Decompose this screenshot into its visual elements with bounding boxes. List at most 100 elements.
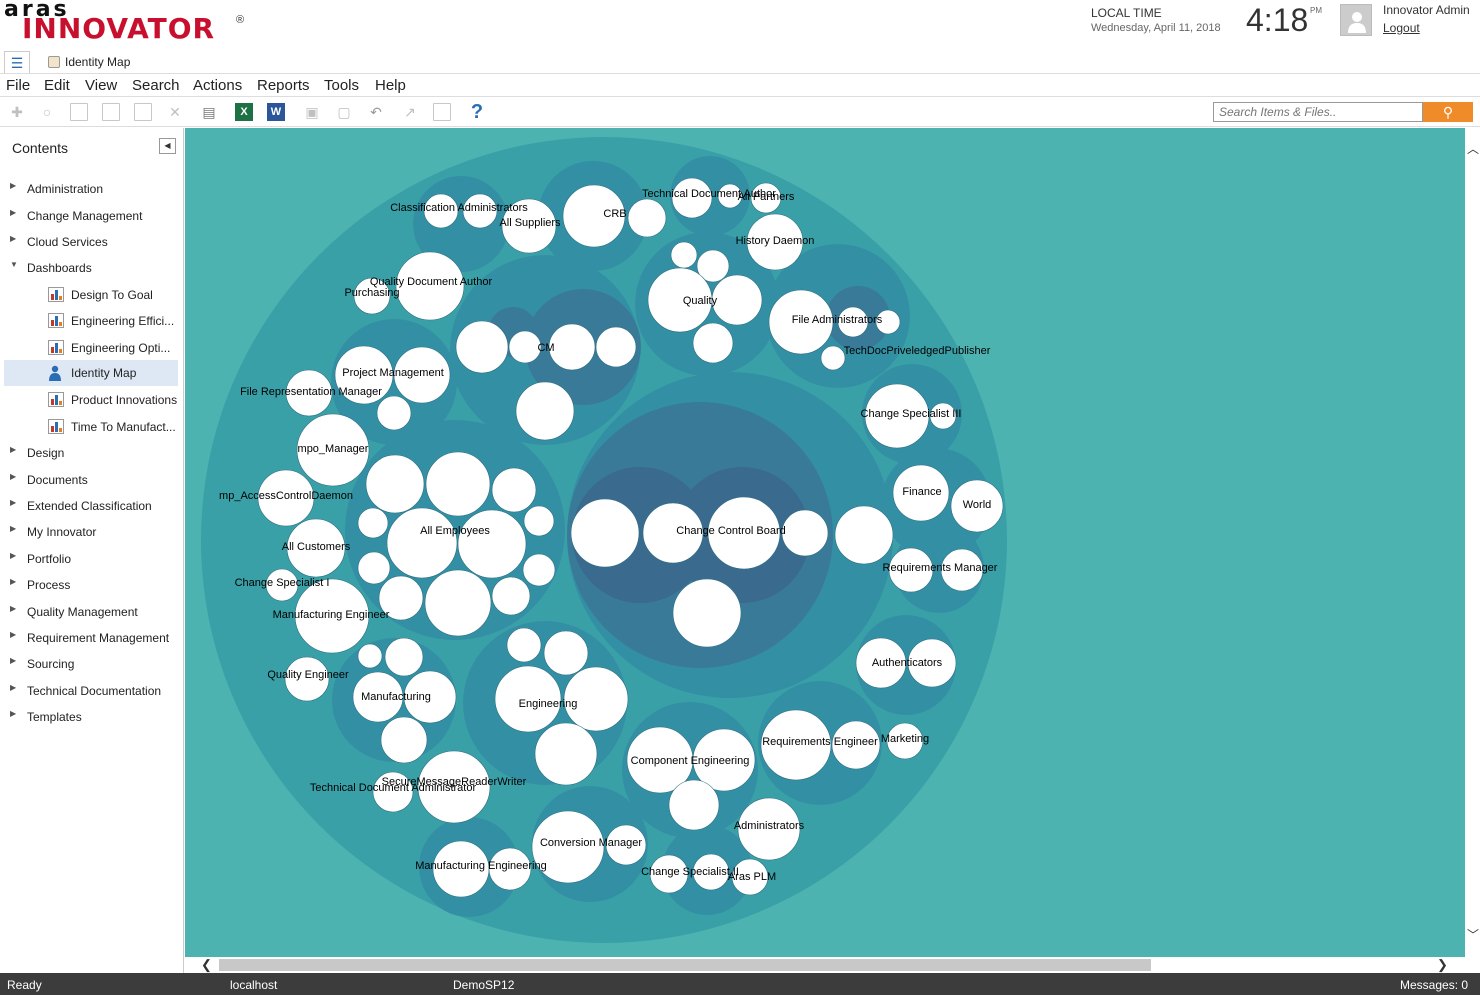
sidebar-item-extended-classification[interactable]: ▶ Extended Classification [0,493,184,519]
excel-icon[interactable]: X [235,103,253,121]
menu-help[interactable]: Help [375,77,406,94]
menu-actions[interactable]: Actions [193,77,242,94]
unlock-icon[interactable]: ▢ [335,103,353,121]
identity-bubble[interactable] [506,627,542,663]
identity-bubble[interactable] [357,643,383,669]
sidebar-item-product-innovations[interactable]: Product Innovations [0,387,184,413]
horizontal-scroll-thumb[interactable] [219,959,1151,971]
identity-bubble[interactable] [357,507,389,539]
sidebar-item-requirement-management[interactable]: ▶ Requirement Management [0,625,184,651]
identity-bubble[interactable] [491,467,537,513]
sidebar-item-my-innovator[interactable]: ▶ My Innovator [0,519,184,545]
word-icon[interactable]: W [267,103,285,121]
sidebar-item-sourcing[interactable]: ▶ Sourcing [0,651,184,677]
identity-bubble[interactable] [380,716,428,764]
menu-edit[interactable]: Edit [44,77,70,94]
sidebar-item-quality-management[interactable]: ▶ Quality Management [0,599,184,625]
logout-link[interactable]: Logout [1383,21,1420,35]
identity-bubble[interactable] [820,345,846,371]
scroll-down-icon[interactable]: ﹀ [1467,926,1479,943]
chart-report-icon [48,392,64,407]
save-icon[interactable] [102,103,120,121]
identity-bubble[interactable] [365,454,425,514]
sidebar-item-process[interactable]: ▶ Process [0,572,184,598]
sidebar-item-technical-documentation[interactable]: ▶ Technical Documentation [0,678,184,704]
identity-bubble[interactable] [781,509,829,557]
sidebar-item-identity-map[interactable]: Identity Map [4,360,178,386]
sidebar-item-portfolio[interactable]: ▶ Portfolio [0,546,184,572]
sidebar-item-change-management[interactable]: ▶ Change Management [0,203,184,229]
collapse-sidebar-icon[interactable]: ◀ [159,138,176,154]
version-icon[interactable] [433,103,451,121]
identity-bubble[interactable] [376,395,412,431]
search-input[interactable] [1213,102,1423,122]
identity-bubble[interactable] [457,509,527,579]
identity-bubble[interactable] [570,498,640,568]
identity-map-bubble-chart: Classification Administrators All Supplie… [201,137,1007,943]
identity-bubble[interactable] [384,637,424,677]
user-silhouette-icon [1348,12,1366,33]
hamburger-menu-icon[interactable]: ☰ [4,51,30,73]
identity-bubble[interactable] [357,551,391,585]
scroll-right-icon[interactable]: ❯ [1437,957,1448,973]
identity-label: Classification Administrators [390,202,528,214]
search-item-icon[interactable]: ○ [38,103,56,121]
identity-bubble[interactable] [515,381,575,441]
identity-bubble[interactable] [692,322,734,364]
tab-label: Identity Map [65,55,131,69]
save-close-icon[interactable] [134,103,152,121]
identity-bubble[interactable] [668,779,720,831]
identity-bubble[interactable] [711,274,763,326]
sidebar-item-dashboards[interactable]: ▼ Dashboards [0,255,184,281]
edit-icon[interactable] [70,103,88,121]
user-avatar[interactable] [1340,4,1372,36]
search-button[interactable]: ⚲ [1423,102,1473,122]
menu-search[interactable]: Search [132,77,180,94]
scroll-up-icon[interactable]: ︿ [1467,140,1479,157]
identity-bubble[interactable] [670,241,698,269]
identity-bubble[interactable] [508,330,542,364]
tab-identity-map[interactable]: Identity Map [48,55,130,69]
horizontal-scrollbar[interactable]: ❮ ❯ [185,957,1465,973]
print-icon[interactable]: ▤ [200,103,218,121]
scroll-left-icon[interactable]: ❮ [201,957,212,973]
identity-bubble[interactable] [543,630,589,676]
help-icon[interactable]: ? [468,102,486,122]
identity-bubble[interactable] [522,553,556,587]
identity-bubble[interactable] [425,451,491,517]
lock-icon[interactable]: ▣ [303,103,321,121]
identity-bubble[interactable] [595,326,637,368]
menu-file[interactable]: File [6,77,30,94]
vertical-scrollbar[interactable]: ︿ ﹀ [1465,128,1480,957]
identity-bubble[interactable] [424,569,492,637]
identity-bubble[interactable] [491,576,531,616]
identity-bubble[interactable] [627,198,667,238]
promote-icon[interactable]: ↗ [401,103,419,121]
sidebar-item-design[interactable]: ▶ Design [0,440,184,466]
sidebar-item-time-to-manufacture[interactable]: Time To Manufact... [0,414,184,440]
identity-bubble[interactable] [834,505,894,565]
search-icon: ⚲ [1442,104,1454,120]
new-icon[interactable]: ✚ [8,103,26,121]
user-name: Innovator Admin [1383,3,1470,17]
menu-tools[interactable]: Tools [324,77,359,94]
identity-map-canvas: Classification Administrators All Supplie… [185,128,1465,957]
menu-reports[interactable]: Reports [257,77,310,94]
sidebar-item-cloud-services[interactable]: ▶ Cloud Services [0,229,184,255]
identity-bubble[interactable] [386,507,458,579]
sidebar-item-engineering-options[interactable]: Engineering Opti... [0,335,184,361]
identity-bubble[interactable] [523,505,555,537]
identity-bubble[interactable] [548,323,596,371]
identity-bubble[interactable] [672,578,742,648]
sidebar-item-documents[interactable]: ▶ Documents [0,467,184,493]
sidebar-item-design-to-goal[interactable]: Design To Goal [0,282,184,308]
menu-view[interactable]: View [85,77,117,94]
identity-bubble[interactable] [455,320,509,374]
sidebar-item-administration[interactable]: ▶ Administration [0,176,184,202]
expand-arrow-icon: ▶ [10,472,17,481]
identity-bubble[interactable] [534,722,598,786]
discard-icon[interactable]: ✕ [166,103,184,121]
undo-icon[interactable]: ↶ [367,103,385,121]
sidebar-item-engineering-efficiency[interactable]: Engineering Effici... [0,308,184,334]
sidebar-item-templates[interactable]: ▶ Templates [0,704,184,730]
